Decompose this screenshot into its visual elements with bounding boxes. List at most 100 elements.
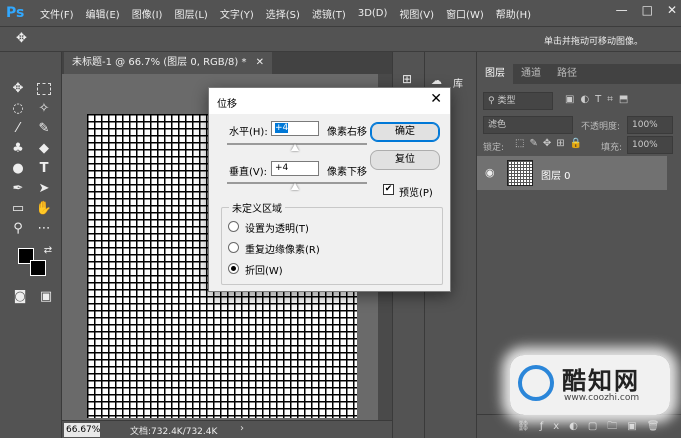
opacity-field[interactable]: 100%	[627, 116, 673, 134]
lasso-icon[interactable]: ◌	[8, 100, 28, 118]
options-bar: ✥ 单击并拖动可移动图像。	[0, 26, 681, 52]
dialog-titlebar: 位移 ✕	[209, 88, 450, 114]
vertical-slider-thumb[interactable]	[291, 183, 299, 190]
vertical-input[interactable]: +4	[271, 161, 319, 176]
swap-colors-icon[interactable]: ⇄	[38, 242, 58, 260]
photoshop-logo: Ps	[6, 5, 25, 21]
watermark-url: www.coozhi.com	[564, 393, 640, 403]
horizontal-value: +4	[275, 123, 289, 133]
preview-checkbox[interactable]: ✔	[383, 184, 394, 195]
background-color-swatch[interactable]	[30, 260, 46, 276]
radio-transparent[interactable]	[228, 221, 239, 232]
offset-dialog: 位移 ✕ 水平(H): +4 像素右移 垂直(V): +4 像素下移 确定 复位…	[208, 87, 451, 292]
rectangle-icon[interactable]: ▭	[8, 200, 28, 218]
option-repeat-edge-label: 重复边缘像素(R)	[245, 245, 320, 256]
move-tool-icon[interactable]: ✥	[16, 31, 27, 46]
layer-filter-select[interactable]: ⚲ 类型	[483, 92, 553, 110]
opacity-label: 不透明度:	[581, 122, 621, 132]
watermark-logo	[518, 365, 554, 401]
layer-thumbnail	[507, 160, 533, 186]
brush-icon[interactable]: ✎	[34, 120, 54, 138]
watermark-brand: 酷知网	[562, 367, 640, 395]
window-controls: — □ ✕	[616, 3, 677, 17]
undefined-area-label: 未定义区域	[229, 200, 285, 215]
radio-wrap-around[interactable]	[228, 263, 239, 274]
tab-channels[interactable]: 通道	[513, 64, 549, 84]
layers-panel-footer: ⛓ƒx◐▢🗀▣🗑	[477, 414, 681, 438]
path-select-icon[interactable]: ➤	[34, 180, 54, 198]
history-icon[interactable]: ⊞	[402, 72, 412, 86]
quick-mask-icon[interactable]: ◙	[10, 288, 30, 306]
document-tab[interactable]: 未标题-1 @ 66.7% (图层 0, RGB/8) * ✕	[64, 52, 273, 74]
lock-label: 锁定:	[483, 143, 505, 153]
layer-action-icons[interactable]: ⛓ƒx◐▢🗀▣🗑	[517, 419, 669, 436]
layer-name[interactable]: 图层 0	[541, 167, 571, 182]
option-transparent-label: 设置为透明(T)	[245, 224, 309, 235]
tab-paths[interactable]: 路径	[549, 64, 585, 84]
menu-select[interactable]: 选择(S)	[266, 6, 300, 21]
menu-window[interactable]: 窗口(W)	[446, 6, 484, 21]
pen-icon[interactable]: ✒	[8, 180, 28, 198]
move-icon[interactable]: ✥	[8, 80, 28, 98]
menu-layer[interactable]: 图层(L)	[174, 6, 207, 21]
filter-icons[interactable]: ▣◐T⌗⬒	[565, 94, 634, 105]
horizontal-unit: 像素右移	[327, 127, 367, 138]
dialog-close-icon[interactable]: ✕	[430, 91, 442, 107]
document-info: 文档:732.4K/732.4K	[130, 427, 218, 437]
ok-button[interactable]: 确定	[370, 122, 440, 142]
tools-panel: ✥ ◌ ✧ ⁄ ✎ ♣ ◆ ● T ✒ ➤ ▭ ✋ ⚲ ⋯ ⇄ ◙ ▣	[0, 52, 62, 438]
document-tab-title: 未标题-1 @ 66.7% (图层 0, RGB/8) *	[72, 57, 247, 68]
menu-filter[interactable]: 滤镜(T)	[312, 6, 346, 21]
preview-label: 预览(P)	[399, 188, 433, 199]
layers-panel-tabs: 图层 通道 路径	[477, 64, 681, 84]
horizontal-slider-thumb[interactable]	[291, 144, 299, 151]
menu-help[interactable]: 帮助(H)	[496, 6, 531, 21]
hand-icon[interactable]: ✋	[34, 200, 54, 218]
magic-wand-icon[interactable]: ✧	[34, 100, 54, 118]
menu-bar: Ps 文件(F) 编辑(E) 图像(I) 图层(L) 文字(Y) 选择(S) 滤…	[0, 0, 681, 26]
layer-row[interactable]: ◉ 图层 0	[477, 156, 667, 190]
document-tab-bar: 未标题-1 @ 66.7% (图层 0, RGB/8) * ✕	[62, 52, 392, 74]
horizontal-label: 水平(H):	[229, 127, 268, 138]
eraser-icon[interactable]: ◆	[34, 140, 54, 158]
filter-label: 类型	[497, 96, 516, 106]
radio-repeat-edge[interactable]	[228, 242, 239, 253]
marquee-icon[interactable]	[37, 83, 51, 95]
menu-view[interactable]: 视图(V)	[399, 6, 434, 21]
tool-hint: 单击并拖动可移动图像。	[543, 37, 643, 47]
zoom-icon[interactable]: ⚲	[8, 220, 28, 238]
zoom-field[interactable]: 66.67%	[64, 423, 100, 437]
horizontal-input[interactable]: +4	[271, 121, 319, 136]
screen-mode-icon[interactable]: ▣	[36, 288, 56, 306]
tab-layers[interactable]: 图层	[477, 64, 513, 84]
fill-field[interactable]: 100%	[627, 136, 673, 154]
status-bar: 66.67% 文档:732.4K/732.4K ›	[62, 420, 392, 438]
close-tab-icon[interactable]: ✕	[256, 57, 264, 68]
menu-type[interactable]: 文字(Y)	[220, 6, 254, 21]
reset-button[interactable]: 复位	[370, 150, 440, 170]
more-tools-icon[interactable]: ⋯	[34, 220, 54, 238]
status-arrow-icon[interactable]: ›	[240, 423, 244, 434]
eye-icon[interactable]: ◉	[485, 166, 495, 179]
option-wrap-around-label: 折回(W)	[245, 266, 283, 277]
menu-edit[interactable]: 编辑(E)	[86, 6, 120, 21]
stamp-icon[interactable]: ♣	[8, 140, 28, 158]
menu-image[interactable]: 图像(I)	[132, 6, 163, 21]
vertical-label: 垂直(V):	[229, 167, 268, 178]
dialog-title: 位移	[217, 99, 237, 110]
type-icon[interactable]: T	[34, 160, 54, 178]
fill-label: 填充:	[601, 143, 623, 153]
menu-3d[interactable]: 3D(D)	[358, 8, 388, 19]
lock-icons[interactable]: ⬚✎✥⊞🔒	[515, 138, 587, 149]
blend-mode-select[interactable]: 滤色	[483, 116, 573, 134]
watermark: 酷知网 www.coozhi.com	[510, 355, 670, 415]
menu-file[interactable]: 文件(F)	[40, 6, 74, 21]
libraries-icon[interactable]: ☁	[431, 74, 442, 87]
minimize-icon[interactable]: —	[616, 3, 628, 17]
dodge-icon[interactable]: ●	[8, 160, 28, 178]
library-tab[interactable]: 库	[453, 75, 463, 90]
close-icon[interactable]: ✕	[667, 3, 677, 17]
maximize-icon[interactable]: □	[642, 3, 653, 17]
vertical-unit: 像素下移	[327, 167, 367, 178]
eyedropper-icon[interactable]: ⁄	[8, 120, 28, 138]
